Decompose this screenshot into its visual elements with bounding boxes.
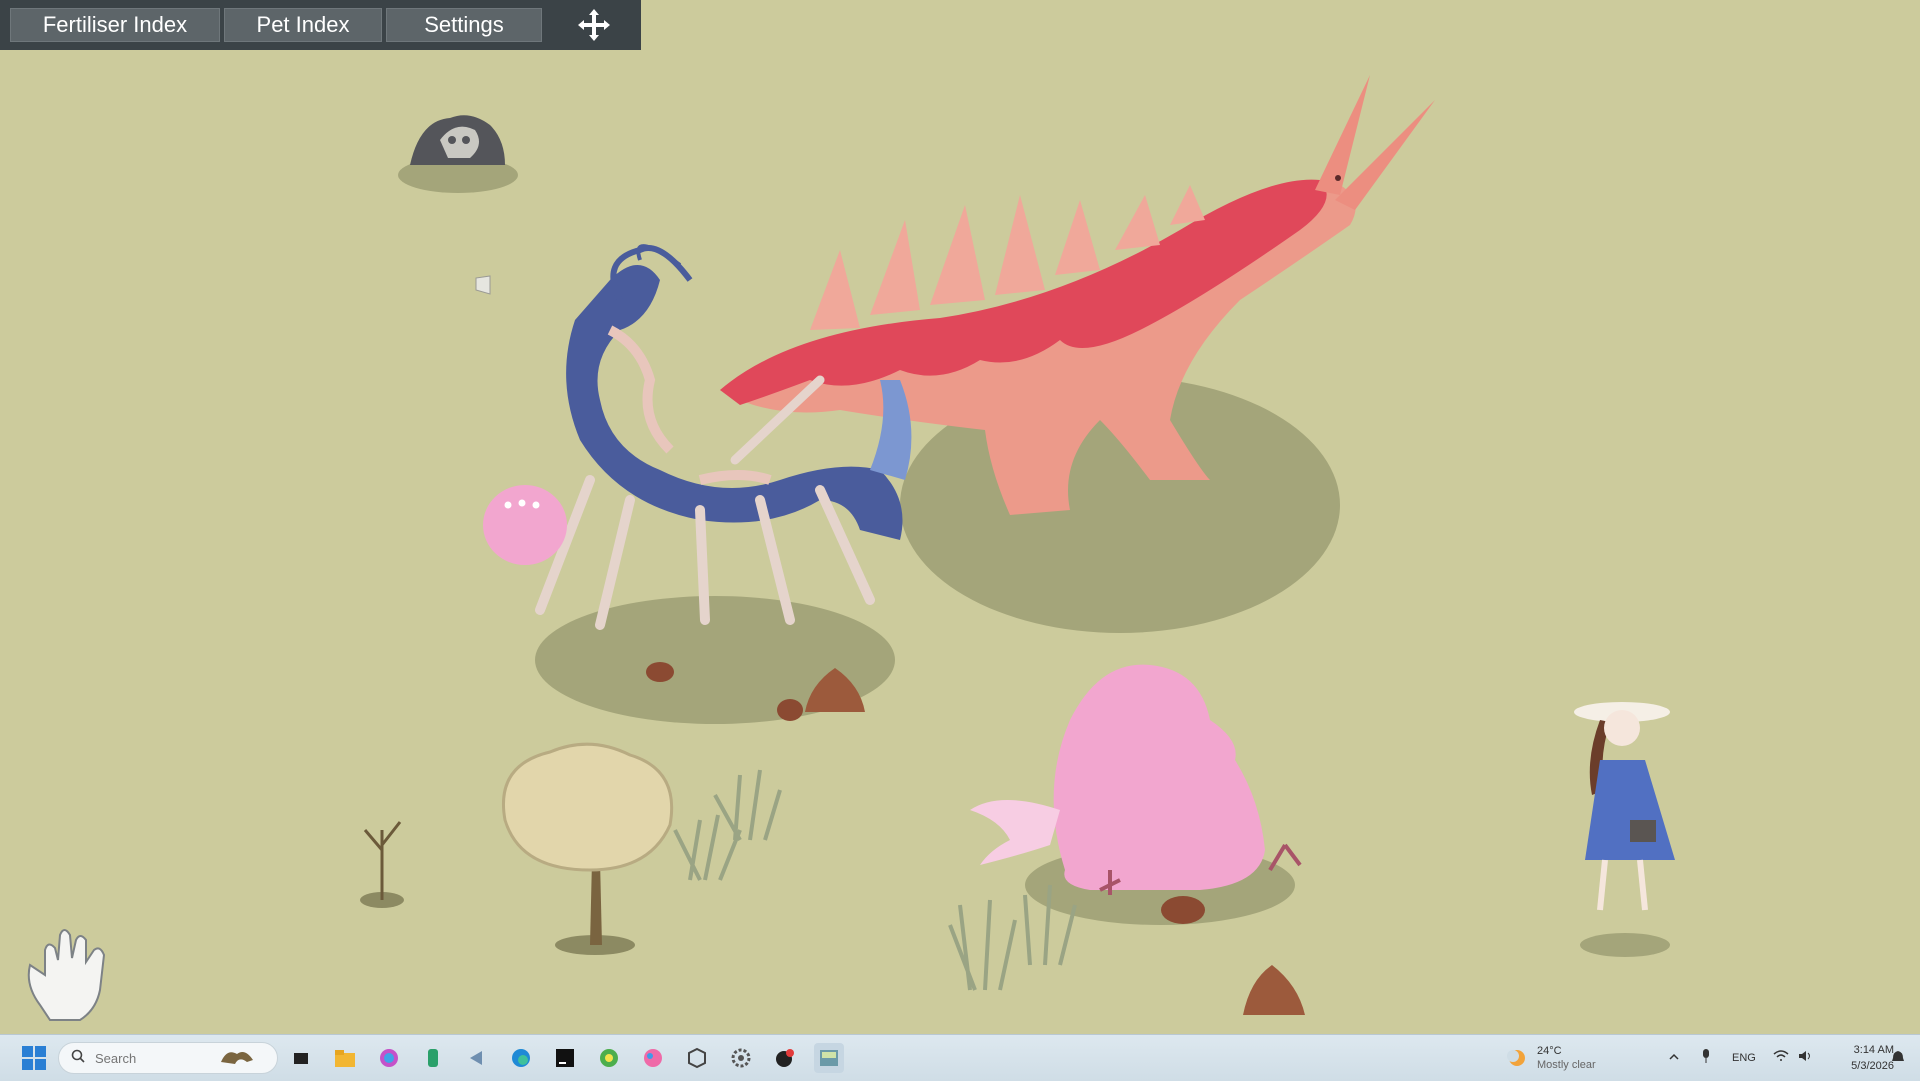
clock-date[interactable]: 5/3/2026 <box>1834 1060 1894 1072</box>
dropping-1[interactable] <box>646 662 674 682</box>
copilot-icon[interactable] <box>374 1043 404 1073</box>
blue-centipede-creature[interactable] <box>535 244 912 630</box>
game-scene[interactable] <box>0 0 1920 1034</box>
weather-temperature: 24°C <box>1537 1045 1562 1057</box>
edge-icon[interactable] <box>506 1043 536 1073</box>
weather-description: Mostly clear <box>1537 1059 1596 1071</box>
settings-button[interactable]: Settings <box>386 8 542 42</box>
search-icon <box>71 1049 85 1068</box>
widget-icon[interactable] <box>217 1044 257 1073</box>
volume-icon[interactable] <box>1797 1049 1813 1068</box>
red-spiked-creature[interactable] <box>720 75 1435 515</box>
search-input[interactable] <box>93 1049 217 1067</box>
game-window-icon[interactable] <box>814 1043 844 1073</box>
game-toolbar: Fertiliser Index Pet Index Settings <box>0 0 641 50</box>
weather-icon[interactable] <box>1505 1046 1527 1073</box>
girl-character[interactable] <box>1574 702 1675 957</box>
dropping-5[interactable] <box>1243 965 1305 1015</box>
wifi-icon[interactable] <box>1773 1049 1789 1068</box>
hand-tool-icon[interactable] <box>27 929 106 1021</box>
rock-skull-prop[interactable] <box>410 115 505 165</box>
small-sapling[interactable] <box>360 821 404 908</box>
media-app-icon[interactable] <box>770 1043 800 1073</box>
pycharm-icon[interactable] <box>550 1043 580 1073</box>
grass-tuft-2 <box>713 769 782 841</box>
cube-app-icon[interactable] <box>682 1043 712 1073</box>
pink-blob-creature[interactable] <box>970 664 1302 895</box>
clock-time[interactable]: 3:14 AM <box>1842 1044 1894 1056</box>
chevron-up-icon[interactable] <box>1668 1050 1680 1068</box>
pink-ball-creature[interactable] <box>483 485 567 565</box>
start-icon[interactable] <box>20 1044 48 1072</box>
task-view-icon[interactable] <box>286 1043 316 1073</box>
grass-tuft-3 <box>948 899 1017 991</box>
windows-taskbar: 24°C Mostly clear ENG 3:14 AM 5/3/2026 <box>0 1034 1920 1081</box>
bushy-tree[interactable] <box>502 742 674 955</box>
microphone-icon[interactable] <box>1700 1048 1712 1069</box>
language-indicator[interactable]: ENG <box>1732 1052 1756 1064</box>
chat-app-icon[interactable] <box>594 1043 624 1073</box>
dropping-4[interactable] <box>1161 896 1205 924</box>
pet-index-button[interactable]: Pet Index <box>224 8 382 42</box>
fertiliser-index-button[interactable]: Fertiliser Index <box>10 8 220 42</box>
cursor-glove-icon <box>475 275 491 295</box>
taskbar-search[interactable] <box>58 1042 278 1074</box>
arrow-app-icon[interactable] <box>462 1043 492 1073</box>
move-arrows-icon[interactable] <box>574 5 614 45</box>
paint-icon[interactable] <box>638 1043 668 1073</box>
app-3-icon[interactable] <box>418 1043 448 1073</box>
notification-bell-icon[interactable] <box>1891 1050 1905 1069</box>
dropping-3[interactable] <box>777 699 803 721</box>
file-explorer-icon[interactable] <box>330 1043 360 1073</box>
settings-gear-icon[interactable] <box>726 1043 756 1073</box>
